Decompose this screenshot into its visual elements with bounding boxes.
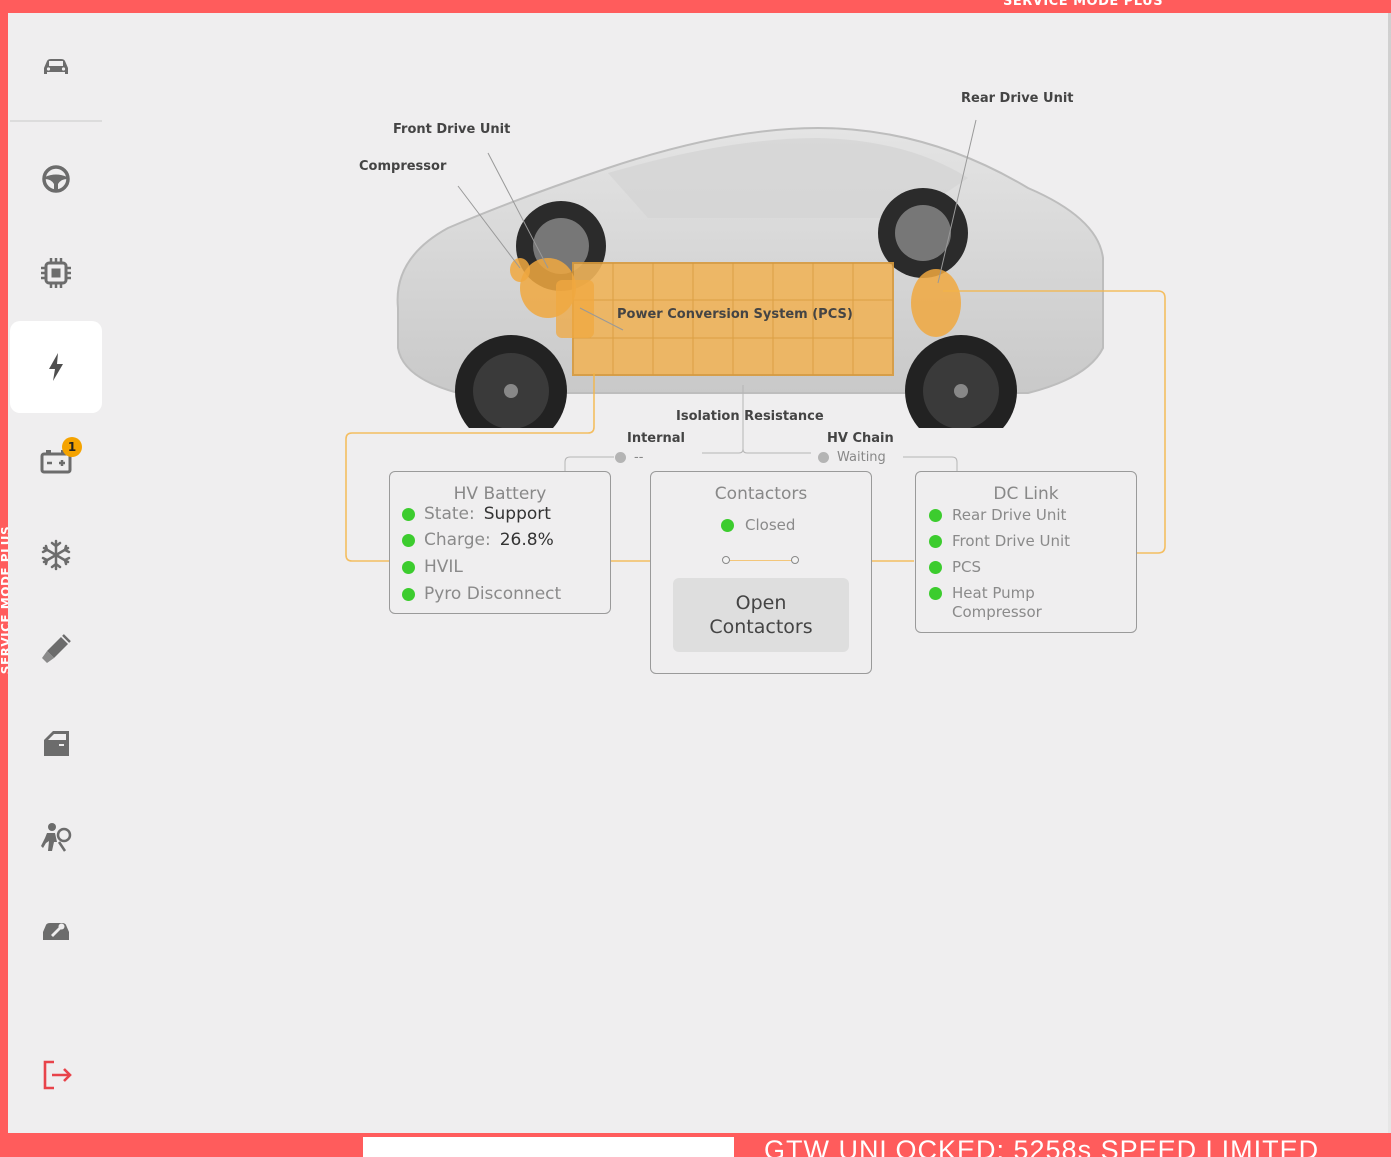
vehicle-diagram bbox=[396, 119, 1104, 428]
hv-battery-title: HV Battery bbox=[453, 484, 547, 504]
status-dot bbox=[929, 560, 942, 574]
side-banner: SERVICE MODE PLUS bbox=[0, 13, 8, 1133]
door-icon bbox=[44, 731, 69, 756]
pyro-label: Pyro Disconnect bbox=[424, 584, 562, 604]
state-label: State: bbox=[424, 504, 475, 524]
lightning-icon bbox=[49, 353, 63, 381]
status-dot bbox=[402, 560, 415, 574]
dc-link-item-label: Rear Drive Unit bbox=[952, 506, 1067, 524]
hv-battery-card: HV Battery State: Support Charge: 26.8% … bbox=[389, 471, 611, 614]
isolation-hv-chain-status: Waiting bbox=[818, 450, 886, 465]
charge-value: 26.8% bbox=[499, 530, 554, 550]
status-dot bbox=[929, 587, 942, 600]
contactor-line bbox=[726, 560, 796, 561]
status-dot bbox=[402, 587, 415, 601]
contactors-status: Closed bbox=[745, 516, 796, 534]
callout-rear-drive-unit: Rear Drive Unit bbox=[961, 91, 1074, 106]
dc-link-item: Heat Pump Compressor bbox=[929, 584, 1042, 622]
bottom-ticker: GTW UNLOCKED: 5258s SPEED LIMITED bbox=[764, 1135, 1320, 1157]
status-dot bbox=[615, 452, 626, 463]
isolation-resistance-title: Isolation Resistance bbox=[676, 409, 824, 424]
status-dot bbox=[402, 507, 415, 521]
callout-front-drive-unit: Front Drive Unit bbox=[393, 122, 511, 137]
hv-battery-state-row: State: Support bbox=[402, 504, 551, 524]
state-value: Support bbox=[483, 504, 551, 524]
dc-link-item: PCS bbox=[929, 558, 981, 576]
contactor-node bbox=[791, 556, 799, 564]
hv-battery-charge-row: Charge: 26.8% bbox=[402, 530, 554, 550]
charge-label: Charge: bbox=[424, 530, 491, 550]
sidebar-item-low-voltage[interactable]: 1 bbox=[10, 415, 102, 507]
isolation-hv-chain-label: HV Chain bbox=[827, 431, 894, 446]
car-service-icon bbox=[43, 923, 69, 940]
dc-link-item-label: Heat Pump Compressor bbox=[952, 584, 1042, 621]
dc-link-item: Front Drive Unit bbox=[929, 532, 1070, 550]
hvil-label: HVIL bbox=[424, 557, 463, 577]
sidebar-item-thermal[interactable] bbox=[10, 509, 102, 601]
sidebar-item-steering[interactable] bbox=[10, 133, 102, 225]
exit-icon bbox=[43, 1060, 72, 1090]
sidebar-item-body[interactable] bbox=[10, 697, 102, 789]
bottom-status-bar: GTW UNLOCKED: 5258s SPEED LIMITED bbox=[0, 1133, 1391, 1157]
suspension-icon bbox=[42, 634, 71, 663]
status-dot bbox=[402, 533, 415, 547]
status-dot bbox=[721, 518, 734, 532]
status-dot bbox=[818, 452, 829, 463]
callout-pcs: Power Conversion System (PCS) bbox=[617, 307, 853, 322]
sidebar: 1 bbox=[10, 13, 102, 1133]
sidebar-item-high-voltage[interactable] bbox=[10, 321, 102, 413]
dc-link-item: Rear Drive Unit bbox=[929, 506, 1066, 524]
service-app: 1 Front Drive Unit Compressor Rear Drive… bbox=[8, 13, 1391, 1133]
bottom-input-area bbox=[363, 1137, 734, 1157]
hv-battery-hvil-row: HVIL bbox=[402, 557, 463, 577]
contactors-card: Contactors Closed Open Contactors bbox=[650, 471, 872, 674]
dc-link-item-label: PCS bbox=[952, 558, 982, 576]
airbag-icon bbox=[41, 823, 72, 852]
sidebar-divider bbox=[10, 120, 102, 122]
status-dot bbox=[929, 508, 942, 522]
dc-link-item-label: Front Drive Unit bbox=[952, 532, 1071, 550]
chip-icon bbox=[41, 258, 71, 288]
sidebar-item-electronics[interactable] bbox=[10, 227, 102, 319]
isolation-hv-chain-value: Waiting bbox=[837, 450, 886, 465]
notification-badge: 1 bbox=[62, 437, 82, 457]
contactor-node bbox=[722, 556, 730, 564]
isolation-internal-status: -- bbox=[615, 450, 643, 465]
contactors-status-row: Closed bbox=[721, 516, 795, 534]
dc-link-card: DC Link Rear Drive Unit Front Drive Unit… bbox=[915, 471, 1137, 633]
dc-link-title: DC Link bbox=[993, 484, 1059, 504]
sidebar-item-service[interactable] bbox=[10, 885, 102, 977]
hv-battery-pyro-row: Pyro Disconnect bbox=[402, 584, 561, 604]
snowflake-icon bbox=[41, 539, 71, 571]
isolation-internal-label: Internal bbox=[627, 431, 686, 446]
top-banner: SERVICE MODE PLUS bbox=[0, 0, 1391, 13]
side-banner-text: SERVICE MODE PLUS bbox=[0, 525, 8, 675]
service-mode-banner-text: SERVICE MODE PLUS bbox=[1003, 0, 1164, 9]
status-dot bbox=[929, 534, 942, 548]
sidebar-item-suspension[interactable] bbox=[10, 603, 102, 695]
isolation-internal-value: -- bbox=[634, 450, 644, 465]
callout-compressor: Compressor bbox=[359, 159, 447, 174]
open-contactors-button[interactable]: Open Contactors bbox=[673, 578, 849, 652]
sidebar-item-exit[interactable] bbox=[10, 1029, 102, 1121]
sidebar-item-vehicle[interactable] bbox=[10, 20, 102, 112]
car-icon bbox=[44, 59, 68, 74]
sidebar-item-safety[interactable] bbox=[10, 791, 102, 883]
steering-wheel-icon bbox=[42, 165, 70, 193]
contactors-title: Contactors bbox=[714, 484, 808, 504]
